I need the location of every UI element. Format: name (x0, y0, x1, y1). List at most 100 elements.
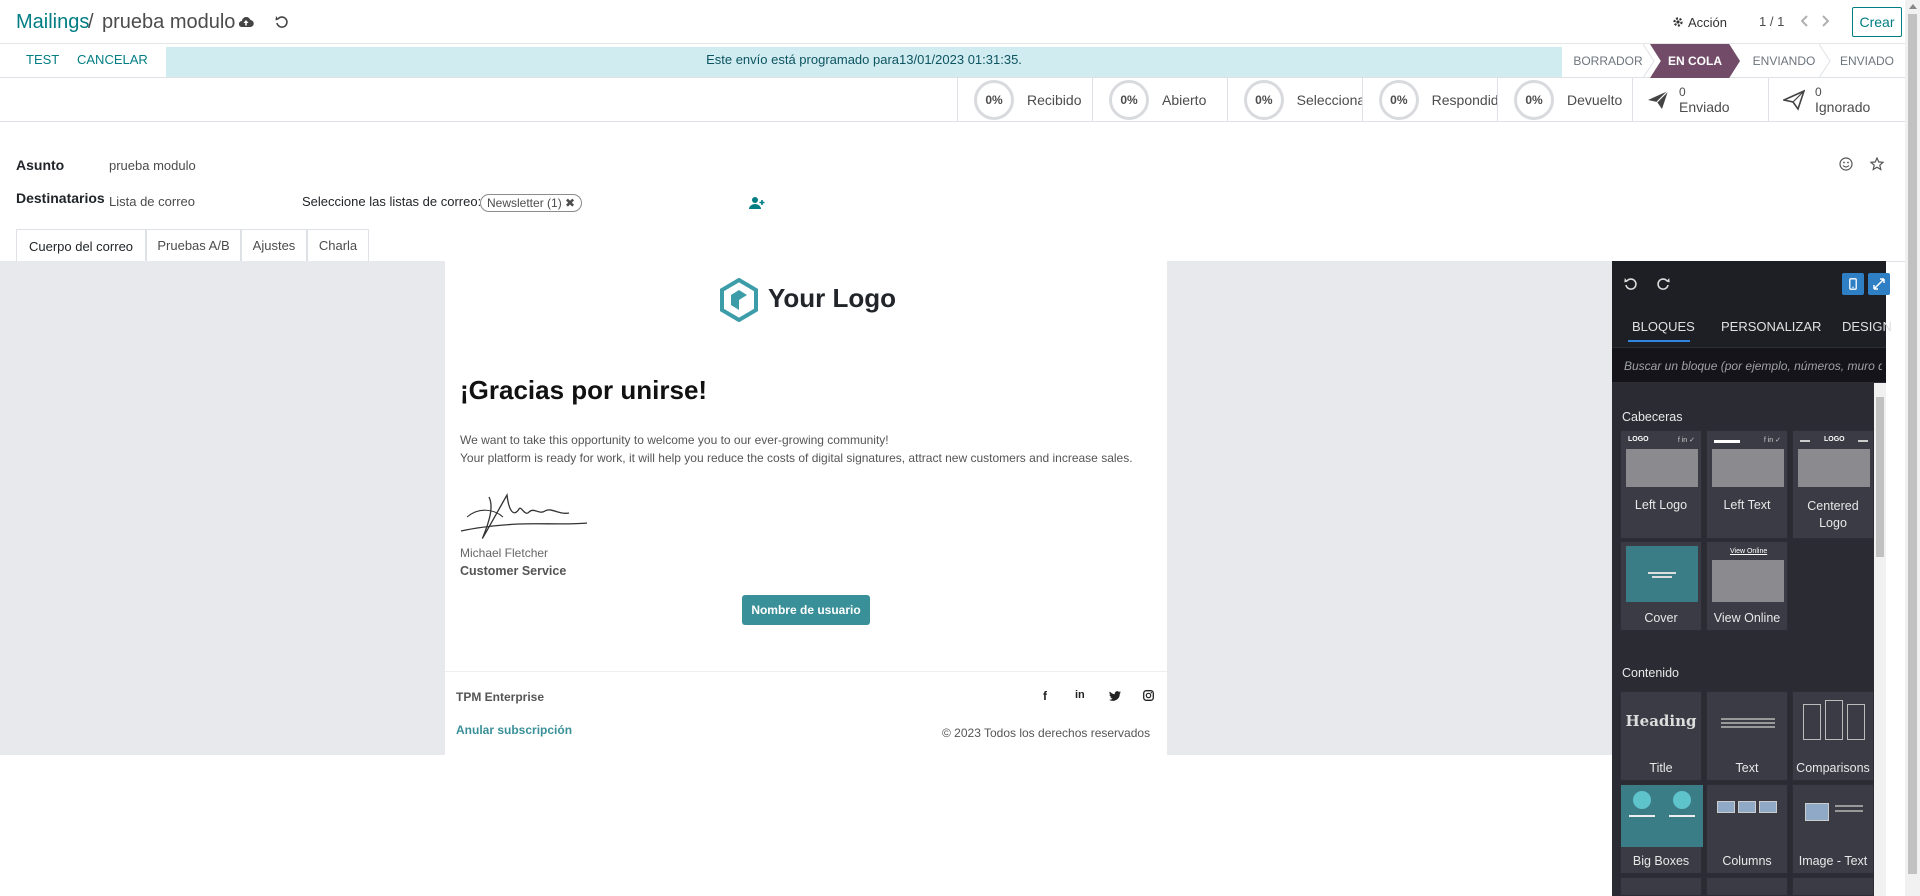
footer-divider (445, 671, 1167, 672)
logo-text: Your Logo (768, 283, 897, 313)
tab-design[interactable]: DESIGN (1842, 319, 1892, 334)
stat-clicked[interactable]: 0% Seleccionado (1227, 78, 1362, 122)
page-scrollbar[interactable] (1905, 0, 1920, 896)
schedule-alert: Este envío está programado para13/01/202… (166, 47, 1562, 77)
copyright-text[interactable]: © 2023 Todos los derechos reservados (942, 726, 1150, 740)
star-icon[interactable] (1870, 157, 1884, 171)
fullscreen-button[interactable] (1868, 273, 1890, 295)
tab-label: Ajustes (252, 238, 296, 253)
footer-company[interactable]: TPM Enterprise (456, 690, 544, 704)
mobile-preview-button[interactable] (1842, 273, 1864, 295)
tab-customize[interactable]: PERSONALIZAR (1721, 319, 1821, 334)
stat-replied[interactable]: 0% Respondido (1362, 78, 1497, 122)
control-panel: Mailings / prueba modulo Acción 1 / 1 Cr… (0, 0, 1905, 44)
stage-draft[interactable]: BORRADOR (1562, 44, 1654, 78)
username-button[interactable]: Nombre de usuario (742, 595, 870, 625)
mail-heading[interactable]: ¡Gracias por unirse! (460, 375, 707, 406)
section-content-title: Contenido (1622, 666, 1679, 680)
stage-queue[interactable]: EN COLA (1650, 44, 1740, 78)
signature-image[interactable] (459, 487, 589, 547)
block-more[interactable] (1706, 877, 1788, 896)
block-more[interactable] (1792, 877, 1874, 896)
progress-circle: 0% (1514, 80, 1554, 120)
block-big-boxes[interactable]: Big Boxes (1620, 784, 1703, 874)
scroll-up-icon[interactable] (1909, 4, 1917, 9)
subject-input[interactable]: prueba modulo (109, 158, 196, 173)
stat-received[interactable]: 0% Recibido (957, 78, 1092, 122)
active-tab-indicator (1628, 340, 1690, 342)
chevron-right-icon[interactable] (1818, 12, 1832, 30)
block-view-online[interactable]: View Online View Online (1706, 541, 1788, 631)
linkedin-icon[interactable]: in (1075, 689, 1085, 701)
discard-undo-icon[interactable] (272, 12, 292, 32)
scroll-thumb[interactable] (1908, 14, 1917, 874)
block-label: Text (1735, 761, 1759, 775)
block-left-logo[interactable]: LOGO f in ✓ Left Logo (1620, 430, 1702, 539)
block-comparisons[interactable]: Comparisons (1792, 691, 1874, 781)
thumb-logo-text: LOGO (1824, 436, 1845, 443)
stat-bounced[interactable]: 0% Devuelto (1497, 78, 1632, 122)
block-centered-logo[interactable]: LOGO Centered Logo (1792, 430, 1874, 539)
paper-plane-icon (1648, 90, 1669, 109)
signer-name[interactable]: Michael Fletcher (460, 546, 548, 560)
thumb-view-online-text: View Online (1730, 548, 1768, 555)
gear-icon (1673, 17, 1683, 27)
block-title[interactable]: Heading Title (1620, 691, 1702, 781)
emoji-icon[interactable] (1839, 157, 1853, 171)
progress-circle: 0% (974, 80, 1014, 120)
mail-paragraph[interactable]: Your platform is ready for work, it will… (460, 451, 1133, 465)
action-menu[interactable]: Acción (1672, 12, 1727, 32)
stat-ignored[interactable]: 0 Ignorado (1768, 78, 1905, 122)
blocks-scrollbar[interactable] (1874, 383, 1886, 896)
block-thumbnail (1626, 546, 1698, 602)
stage-draft-label: BORRADOR (1573, 54, 1643, 68)
redo-icon[interactable] (1656, 277, 1670, 291)
stage-sent[interactable]: ENVIADO (1828, 44, 1906, 78)
mailing-lists-label: Seleccione las listas de correo: (302, 194, 482, 209)
undo-icon[interactable] (1624, 277, 1638, 291)
block-left-text[interactable]: f in ✓ Left Text (1706, 430, 1788, 539)
chevron-left-icon[interactable] (1798, 12, 1812, 30)
breadcrumb-parent[interactable]: Mailings (16, 11, 89, 34)
block-image-text[interactable]: Image - Text (1792, 784, 1874, 874)
tab-chatter[interactable]: Charla (307, 229, 369, 261)
instagram-icon[interactable] (1143, 690, 1154, 701)
social-icons: f in ✓ (1763, 437, 1781, 444)
twitter-icon[interactable] (1109, 691, 1121, 701)
stat-opened[interactable]: 0% Abierto (1092, 78, 1227, 122)
mail-paragraph[interactable]: We want to take this opportunity to welc… (460, 433, 889, 447)
sent-label: Enviado (1679, 99, 1730, 115)
create-button[interactable]: Crear (1852, 7, 1902, 37)
scroll-thumb[interactable] (1876, 397, 1884, 557)
block-search-input[interactable]: Buscar un bloque (por ejemplo, números, … (1612, 347, 1886, 383)
stat-label: Abierto (1162, 92, 1207, 108)
breadcrumb-current: prueba modulo (102, 11, 236, 33)
action-label: Acción (1688, 14, 1728, 30)
cloud-save-icon[interactable] (236, 12, 256, 32)
recipients-select[interactable]: Lista de correo (109, 194, 195, 209)
pager-value[interactable]: 1 / 1 (1759, 14, 1784, 29)
tab-settings[interactable]: Ajustes (241, 229, 307, 261)
facebook-icon[interactable]: f (1043, 689, 1047, 703)
tag-remove-icon[interactable]: ✖ (565, 196, 575, 210)
signer-role[interactable]: Customer Service (460, 564, 566, 578)
cancel-button[interactable]: CANCELAR (77, 52, 148, 67)
tab-mail-body[interactable]: Cuerpo del correo (16, 229, 146, 262)
stage-queue-label: EN COLA (1668, 54, 1722, 68)
tab-blocks[interactable]: BLOQUES (1632, 319, 1695, 334)
block-text[interactable]: Text (1706, 691, 1788, 781)
tab-label: Charla (318, 238, 358, 253)
block-columns[interactable]: Columns (1706, 784, 1788, 874)
stat-sent[interactable]: 0 Enviado (1632, 78, 1768, 122)
block-more[interactable] (1620, 877, 1702, 896)
tab-ab-tests[interactable]: Pruebas A/B (146, 229, 241, 261)
mailing-list-tag[interactable]: Newsletter (1) ✖ (480, 194, 583, 212)
block-cover[interactable]: Cover (1620, 541, 1702, 631)
status-bar: TEST CANCELAR Este envío está programado… (0, 44, 1905, 78)
add-user-icon[interactable] (749, 196, 765, 210)
block-label: Big Boxes (1632, 854, 1690, 868)
test-button[interactable]: TEST (26, 52, 59, 67)
email-body[interactable]: Your Logo ¡Gracias por unirse! We want t… (445, 261, 1167, 755)
unsubscribe-link[interactable]: Anular subscripción (456, 723, 572, 737)
block-thumbnail: f in ✓ (1712, 435, 1784, 487)
